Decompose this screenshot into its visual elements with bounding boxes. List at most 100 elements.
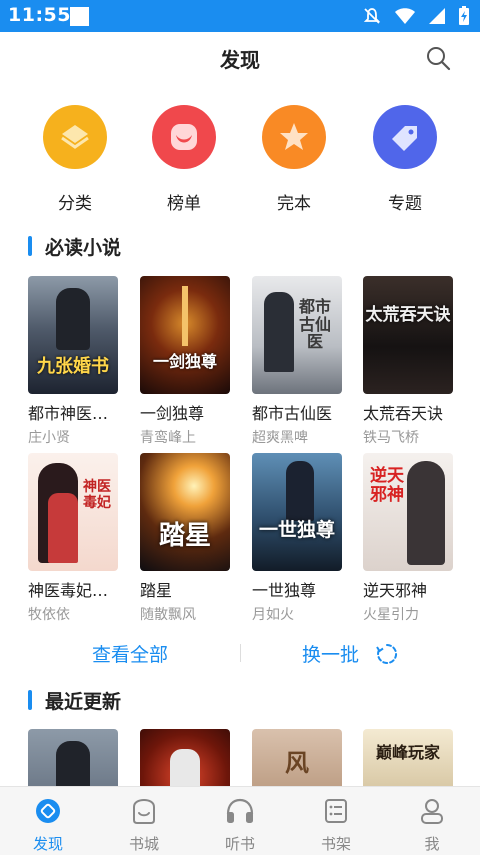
category-classify[interactable]: 分类	[30, 105, 120, 214]
nav-label: 书架	[320, 835, 351, 853]
book-cover: 神医毒妃	[28, 453, 118, 571]
cover-title: 逆天邪神	[370, 466, 404, 505]
book-author: 庄小贤	[28, 430, 70, 446]
figure-silhouette	[170, 749, 200, 789]
cover-title: 风	[285, 749, 309, 777]
book-card[interactable]: 逆天邪神 逆天邪神 火星引力	[363, 453, 453, 624]
mute-icon	[363, 8, 381, 24]
profile-icon	[421, 799, 443, 824]
layers-icon	[61, 125, 89, 149]
category-label: 专题	[388, 194, 422, 214]
status-time: 11:55	[8, 4, 71, 26]
nav-label: 书城	[128, 835, 159, 853]
tag-icon	[392, 126, 417, 151]
category-ranking[interactable]: 榜单	[139, 105, 229, 214]
book-card[interactable]: 一剑独尊 一剑独尊 青鸾峰上	[140, 276, 230, 447]
book-title: 踏星	[140, 581, 173, 600]
cover-title: 太荒吞天诀	[365, 305, 451, 325]
wifi-icon	[395, 8, 415, 24]
moon-icon	[171, 124, 197, 150]
category-label: 分类	[58, 194, 92, 214]
nav-audiobook[interactable]: 听书	[192, 795, 288, 854]
headphones-icon	[226, 798, 254, 823]
cover-title: 一剑独尊	[152, 352, 217, 371]
section-title: 最近更新	[45, 690, 122, 713]
cover-title: 都市古仙医	[298, 297, 331, 352]
refresh-icon	[376, 643, 398, 664]
book-card[interactable]: 都市古仙医 都市古仙医 超爽黑啤	[252, 276, 342, 447]
cover-title: 神医毒妃	[83, 479, 111, 512]
category-icon-circle	[262, 105, 326, 169]
figure-silhouette	[407, 461, 445, 565]
section-marker	[28, 236, 32, 256]
sword-shape	[182, 286, 188, 346]
book-author: 铁马飞桥	[363, 430, 419, 446]
nav-label: 我	[424, 835, 440, 853]
status-bar: 11:55	[0, 0, 480, 32]
bookshelf-icon	[325, 799, 347, 823]
nav-label: 发现	[32, 835, 63, 853]
category-icon-circle	[43, 105, 107, 169]
book-author: 随散飘风	[140, 607, 196, 623]
book-cover: 逆天邪神	[363, 453, 453, 571]
page-title: 发现	[220, 48, 260, 72]
app-header: 发现	[0, 32, 480, 86]
view-all-button[interactable]: 查看全部	[0, 640, 260, 667]
book-title: 太荒吞天诀	[363, 404, 444, 423]
search-icon[interactable]	[424, 44, 452, 72]
book-cover: 太荒吞天诀	[363, 276, 453, 394]
section-marker	[28, 690, 32, 710]
figure-silhouette	[286, 461, 314, 521]
cover-title: 踏星	[158, 521, 211, 551]
bookstore-icon	[133, 798, 155, 824]
book-cover: 都市古仙医	[252, 276, 342, 394]
nav-discover[interactable]: 发现	[0, 795, 96, 854]
book-title: 都市神医开局九张婚书	[28, 404, 118, 423]
book-cover: 一世独尊	[252, 453, 342, 571]
cover-title: 九张婚书	[37, 356, 109, 377]
book-title: 一剑独尊	[140, 404, 205, 423]
figure-silhouette	[56, 288, 90, 350]
book-cover: 一剑独尊	[140, 276, 230, 394]
book-card[interactable]: 神医毒妃 神医毒妃倾天下 牧依依	[28, 453, 118, 624]
book-cover: 九张婚书	[28, 276, 118, 394]
book-card[interactable]: 九张婚书 都市神医开局九张婚书 庄小贤	[28, 276, 118, 447]
screen: 11:55 发现 分类 榜单 完本 专题 必读小说 九张婚书 都市神医开 庄小贤…	[0, 0, 480, 855]
category-topics[interactable]: 专题	[360, 105, 450, 214]
nav-bookshelf[interactable]: 书架	[288, 795, 384, 854]
cover-title: 巅峰玩家	[375, 743, 440, 762]
category-icon-circle	[152, 105, 216, 169]
category-label: 完本	[277, 194, 311, 214]
book-author: 火星引力	[363, 607, 419, 623]
nav-bookstore[interactable]: 书城	[96, 795, 192, 854]
book-card[interactable]: 一世独尊 一世独尊 月如火	[252, 453, 342, 624]
book-author: 超爽黑啤	[252, 430, 308, 446]
compass-icon	[36, 799, 60, 823]
star-icon	[280, 123, 308, 150]
category-icon-circle	[373, 105, 437, 169]
refresh-label: 换一批	[302, 644, 360, 666]
robe-shape	[48, 493, 78, 563]
refresh-button[interactable]: 换一批	[302, 640, 399, 667]
book-author: 牧依依	[28, 607, 70, 623]
list-actions: 查看全部 换一批	[0, 636, 480, 672]
section-header-recent: 最近更新	[28, 688, 122, 713]
category-row: 分类 榜单 完本 专题	[0, 105, 480, 215]
notification-icon	[70, 7, 89, 26]
book-card[interactable]: 踏星 踏星 随散飘风	[140, 453, 230, 624]
book-card[interactable]: 太荒吞天诀 太荒吞天诀 铁马飞桥	[363, 276, 453, 447]
nav-profile[interactable]: 我	[384, 795, 480, 854]
actions-divider	[240, 644, 241, 662]
cover-title: 一世独尊	[258, 519, 335, 541]
signal-icon	[429, 8, 445, 24]
bottom-nav: 发现 书城 听书 书架 我	[0, 786, 480, 855]
nav-label: 听书	[224, 835, 255, 853]
figure-silhouette	[264, 292, 294, 372]
section-title: 必读小说	[45, 236, 122, 259]
book-author: 青鸾峰上	[140, 430, 196, 446]
book-title: 神医毒妃倾天下	[28, 581, 118, 600]
category-completed[interactable]: 完本	[249, 105, 339, 214]
book-title: 逆天邪神	[363, 581, 428, 600]
book-title: 都市古仙医	[252, 404, 333, 423]
section-header-must-read: 必读小说	[28, 234, 122, 259]
